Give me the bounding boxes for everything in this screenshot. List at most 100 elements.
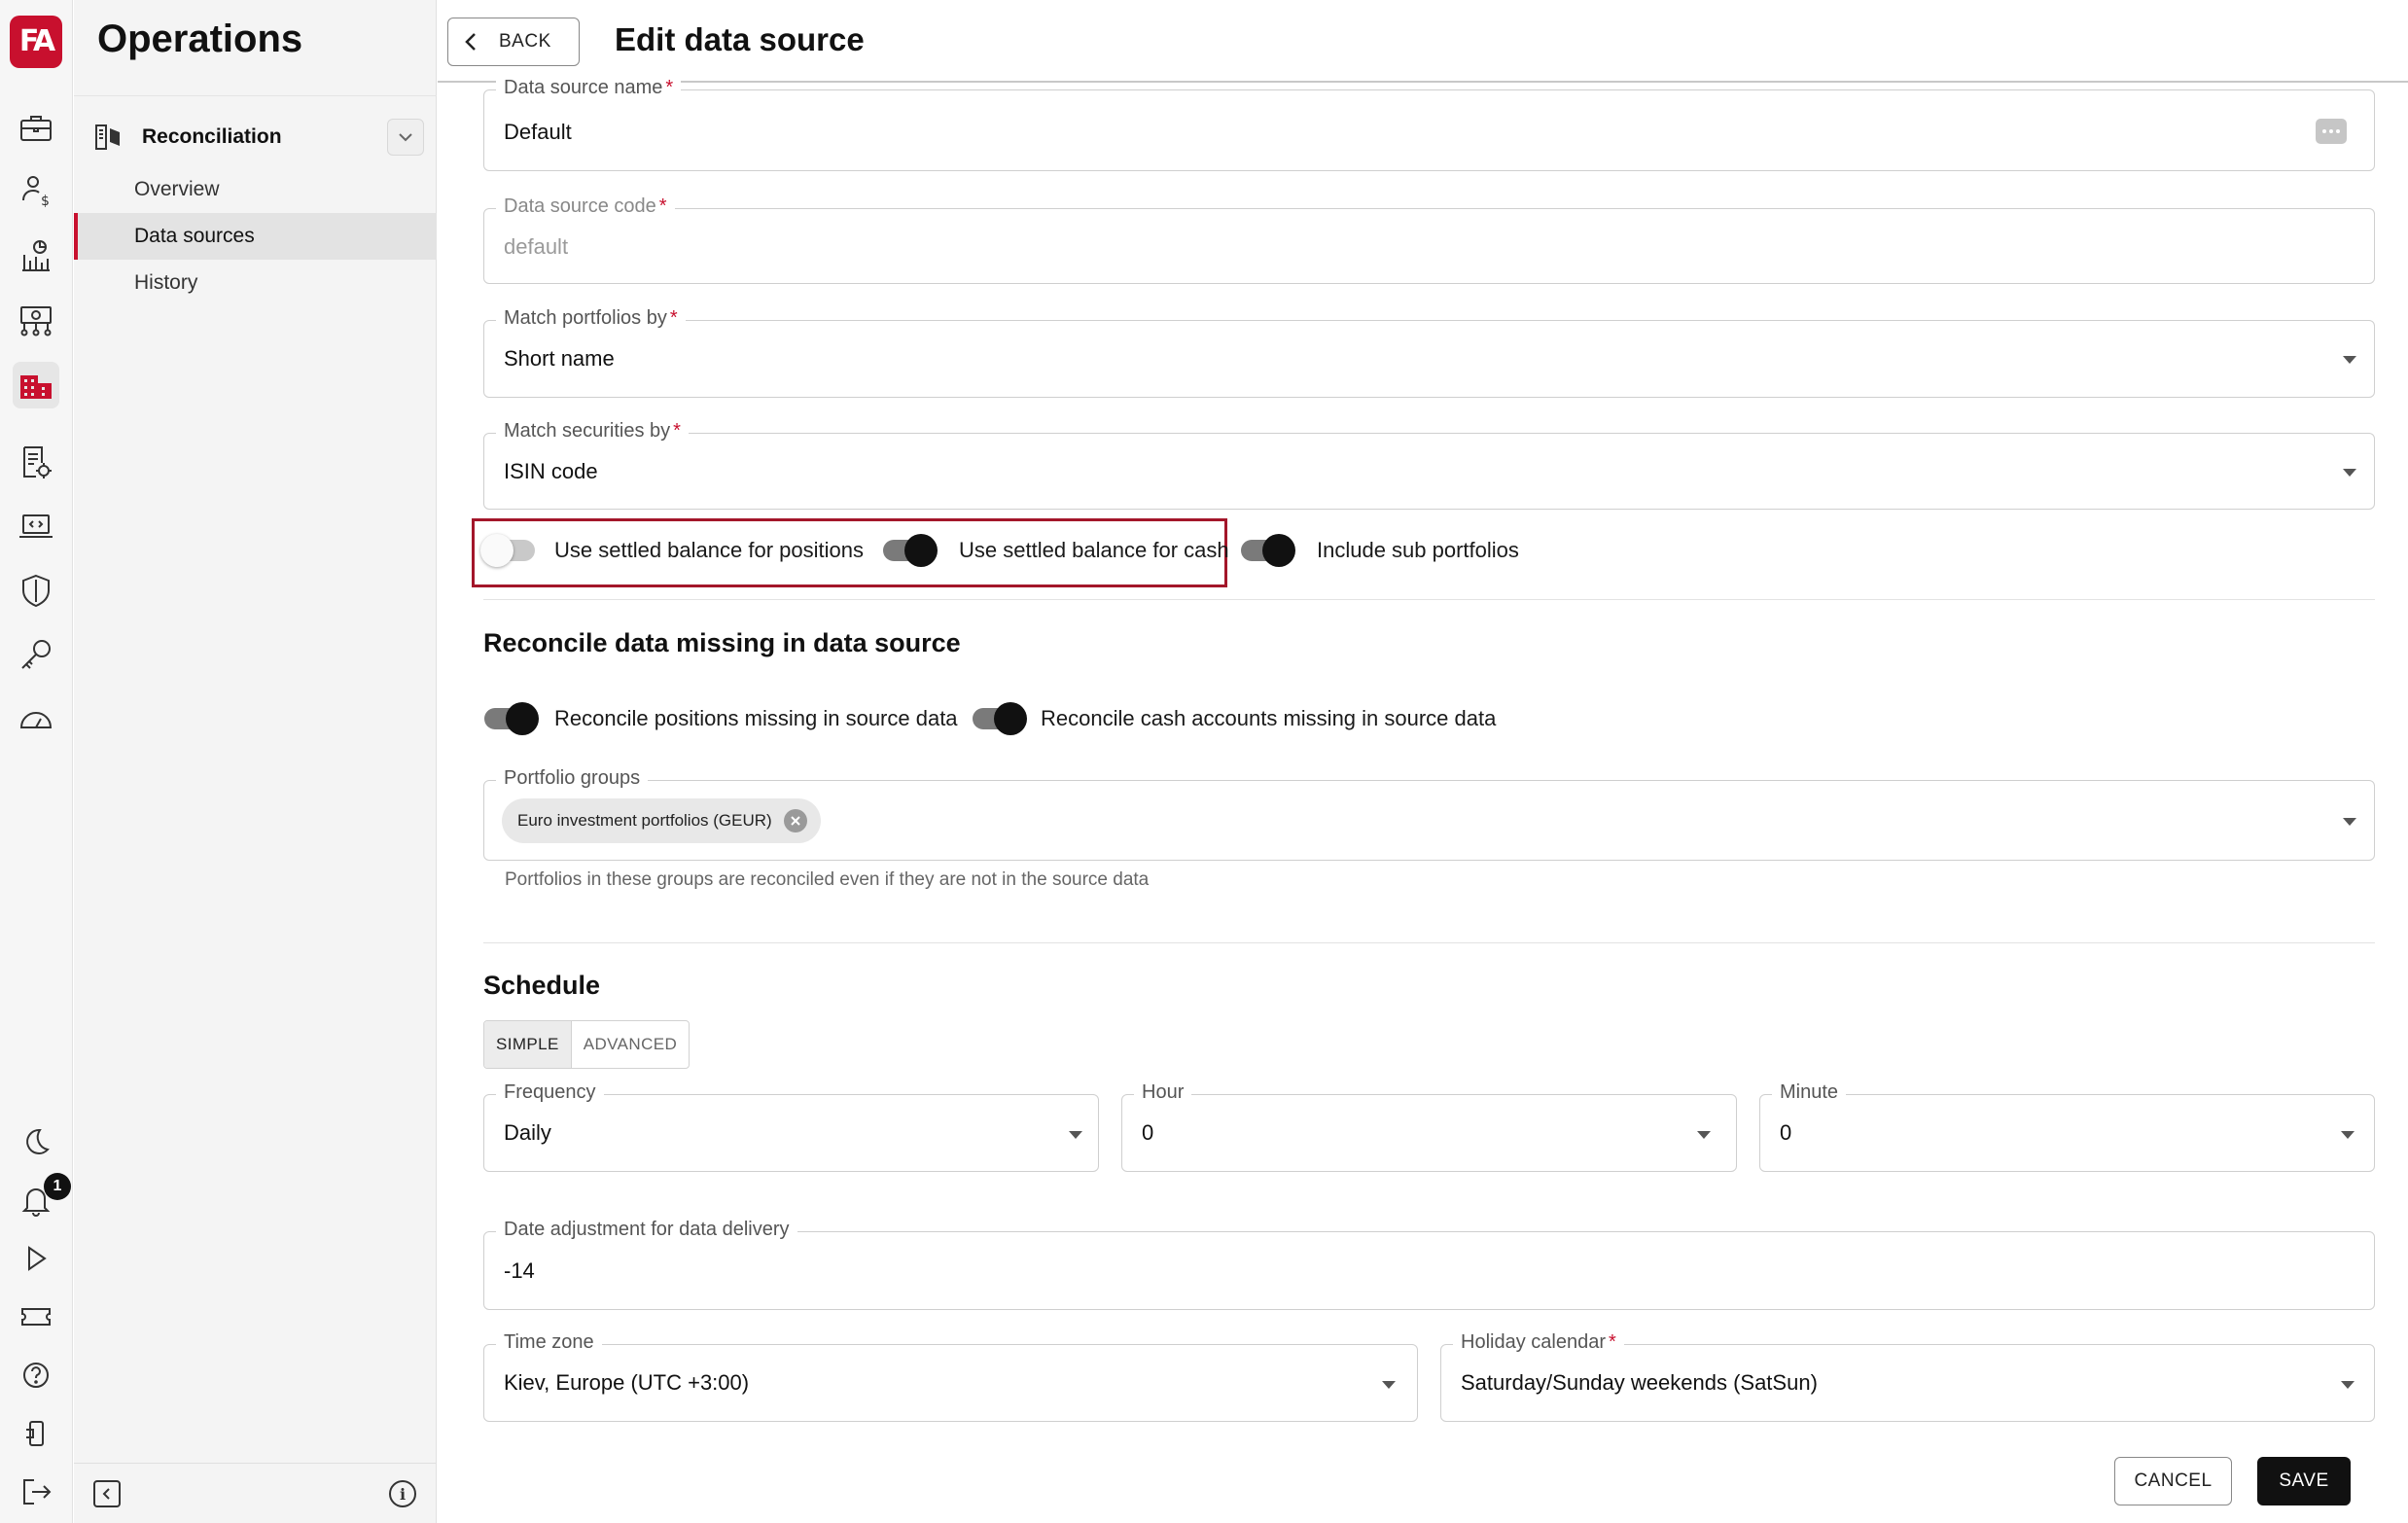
match-securities-label: Match securities by *	[496, 420, 689, 443]
minute-value: 0	[1780, 1120, 1792, 1145]
nav-section-reconciliation[interactable]: Reconciliation	[93, 115, 424, 159]
frequency-select[interactable]: Frequency Daily	[483, 1081, 1099, 1172]
include-sub-portfolios-toggle[interactable]: Include sub portfolios	[1241, 534, 1519, 567]
hour-select[interactable]: Hour 0	[1121, 1081, 1737, 1172]
positions-missing-toggle[interactable]: Reconcile positions missing in source da…	[484, 702, 958, 735]
app-title: Operations	[97, 18, 303, 60]
ticket-icon[interactable]	[13, 1293, 59, 1340]
toggle-track[interactable]	[883, 534, 938, 567]
portfolio-groups-helper: Portfolios in these groups are reconcile…	[505, 869, 1150, 890]
secondary-nav: Operations Reconciliation Overview Data …	[74, 0, 437, 1523]
user-dollar-icon[interactable]: $	[13, 167, 59, 214]
nav-bottom-divider	[74, 1463, 437, 1464]
info-icon[interactable]: i	[389, 1480, 416, 1507]
laptop-code-icon[interactable]	[13, 504, 59, 550]
match-portfolios-select[interactable]: Match portfolios by * Short name	[483, 307, 2375, 398]
moon-icon[interactable]	[13, 1118, 59, 1165]
portfolio-group-chip-label: Euro investment portfolios (GEUR)	[517, 811, 772, 830]
chip-remove-icon[interactable]	[783, 809, 807, 832]
frequency-value: Daily	[504, 1120, 551, 1145]
data-source-code-field: Data source code * default	[483, 195, 2375, 284]
collapse-sidebar-icon[interactable]	[93, 1480, 121, 1507]
mobile-device-icon[interactable]	[13, 1410, 59, 1457]
toggle-knob[interactable]	[904, 534, 938, 567]
caret-down-icon[interactable]	[1069, 1131, 1082, 1139]
schedule-mode-advanced[interactable]: ADVANCED	[572, 1021, 689, 1068]
schedule-heading: Schedule	[483, 971, 601, 1000]
match-securities-select[interactable]: Match securities by * ISIN code	[483, 420, 2375, 510]
toggle-track[interactable]	[484, 702, 539, 735]
date-adjustment-label: Date adjustment for data delivery	[496, 1219, 797, 1241]
missing-section-heading: Reconcile data missing in data source	[483, 628, 961, 657]
portfolio-groups-select[interactable]: Portfolio groups Euro investment portfol…	[483, 767, 2375, 861]
frequency-label: Frequency	[496, 1081, 604, 1104]
settled-positions-label: Use settled balance for positions	[554, 538, 864, 562]
portfolio-groups-label: Portfolio groups	[496, 767, 649, 790]
cash-missing-toggle[interactable]: Reconcile cash accounts missing in sourc…	[973, 702, 1497, 735]
shield-icon[interactable]	[13, 568, 59, 615]
key-icon[interactable]	[13, 632, 59, 679]
nav-item-overview[interactable]: Overview	[74, 166, 437, 213]
minute-select[interactable]: Minute 0	[1759, 1081, 2375, 1172]
nav-item-data-sources[interactable]: Data sources	[74, 213, 437, 260]
schedule-mode-toggle: SIMPLE ADVANCED	[483, 1020, 691, 1069]
data-source-name-label: Data source name *	[496, 77, 682, 99]
data-source-name-field[interactable]: Data source name * Default	[483, 77, 2375, 171]
money-network-icon[interactable]	[13, 298, 59, 344]
more-options-icon[interactable]	[2316, 119, 2347, 144]
toggle-knob[interactable]	[994, 702, 1027, 735]
schedule-mode-simple[interactable]: SIMPLE	[484, 1021, 572, 1068]
play-icon[interactable]	[13, 1235, 59, 1282]
toggle-track[interactable]	[1241, 534, 1295, 567]
toggle-knob[interactable]	[506, 702, 539, 735]
help-icon[interactable]	[13, 1352, 59, 1399]
cash-missing-label: Reconcile cash accounts missing in sourc…	[1041, 706, 1497, 730]
fa-logo[interactable]: FA	[10, 16, 62, 68]
logout-icon[interactable]	[13, 1469, 59, 1515]
holiday-calendar-select[interactable]: Holiday calendar * Saturday/Sunday weeken…	[1440, 1331, 2375, 1422]
back-button-label: BACK	[499, 31, 551, 52]
reconciliation-icon	[95, 124, 120, 150]
time-zone-value: Kiev, Europe (UTC +3:00)	[504, 1370, 750, 1395]
briefcase-icon[interactable]	[13, 105, 59, 152]
nav-item-history[interactable]: History	[74, 260, 437, 306]
cancel-button[interactable]: CANCEL	[2114, 1457, 2232, 1505]
time-zone-select[interactable]: Time zone Kiev, Europe (UTC +3:00)	[483, 1331, 1418, 1422]
date-adjustment-value[interactable]: -14	[504, 1258, 535, 1284]
portfolio-group-chip[interactable]: Euro investment portfolios (GEUR)	[502, 798, 821, 843]
match-securities-value: ISIN code	[504, 459, 598, 483]
page-title: Edit data source	[615, 21, 865, 57]
data-source-code-label: Data source code *	[496, 195, 675, 218]
caret-down-icon[interactable]	[2343, 818, 2356, 826]
document-settings-icon[interactable]	[13, 440, 59, 486]
chevron-down-icon[interactable]	[387, 119, 424, 156]
toggle-track[interactable]	[480, 534, 535, 567]
caret-down-icon[interactable]	[2343, 469, 2356, 477]
settled-cash-toggle[interactable]: Use settled balance for cash	[883, 534, 1229, 567]
save-button[interactable]: SAVE	[2257, 1457, 2351, 1505]
time-zone-label: Time zone	[496, 1331, 602, 1354]
date-adjustment-field[interactable]: Date adjustment for data delivery -14	[483, 1219, 2375, 1310]
icon-rail: FA $ 1	[0, 0, 73, 1523]
chart-report-icon[interactable]	[13, 233, 59, 280]
toggle-knob[interactable]	[1262, 534, 1295, 567]
caret-down-icon[interactable]	[2343, 356, 2356, 364]
section-divider	[483, 599, 2375, 600]
hour-value: 0	[1142, 1120, 1154, 1145]
back-button[interactable]: BACK	[447, 18, 580, 66]
svg-text:$: $	[41, 194, 50, 209]
settled-positions-toggle[interactable]: Use settled balance for positions	[480, 534, 864, 567]
speedometer-icon[interactable]	[13, 696, 59, 743]
caret-down-icon[interactable]	[1697, 1131, 1711, 1139]
building-icon[interactable]	[13, 362, 59, 408]
toggle-knob[interactable]	[480, 534, 513, 567]
positions-missing-label: Reconcile positions missing in source da…	[554, 706, 958, 730]
caret-down-icon[interactable]	[2341, 1381, 2355, 1389]
match-portfolios-value: Short name	[504, 346, 615, 371]
minute-label: Minute	[1772, 1081, 1847, 1104]
caret-down-icon[interactable]	[1382, 1381, 1396, 1389]
caret-down-icon[interactable]	[2341, 1131, 2355, 1139]
toggle-track[interactable]	[973, 702, 1027, 735]
section-divider	[483, 942, 2375, 943]
data-source-name-value[interactable]: Default	[504, 120, 572, 145]
